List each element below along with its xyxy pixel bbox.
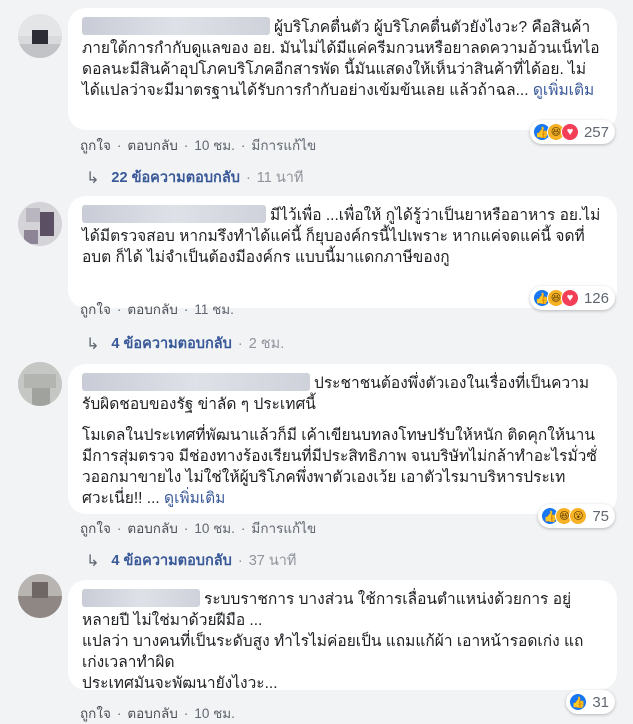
comment-actions: ถูกใจ · ตอบกลับ · 11 ชม. (80, 302, 234, 317)
replies-count-link[interactable]: 4 ข้อความตอบกลับ (111, 549, 231, 572)
edited-label[interactable]: มีการแก้ไข (251, 138, 316, 153)
see-more-link[interactable]: ดูเพิ่มเติม (164, 490, 225, 507)
comment-timestamp[interactable]: 11 ชม. (194, 302, 234, 317)
view-replies[interactable]: ↳ 4 ข้อความตอบกลับ · 37 นาที (86, 549, 297, 572)
love-reaction-icon: ♥ (560, 123, 579, 141)
comment-bubble: ระบบราชการ บางส่วน ใช้การเลื่อนตำแหน่งด้… (68, 580, 617, 692)
comment-actions: ถูกใจ · ตอบกลับ · 10 ชม. · มีการแก้ไข (80, 138, 317, 153)
commenter-avatar[interactable] (18, 362, 62, 406)
reply-link[interactable]: ตอบกลับ (127, 521, 177, 536)
comment-bubble: ประชาชนต้องพึ่งตัวเองในเรื่องที่เป็นความ… (68, 364, 617, 514)
comment-timestamp[interactable]: 10 ชม. (194, 706, 235, 721)
comment-text-paragraph: แปลว่า บางคนที่เป็นระดับสูง ทำไรไม่ค่อยเ… (82, 633, 584, 692)
view-replies[interactable]: ↳ 22 ข้อความตอบกลับ · 11 นาที (86, 166, 303, 189)
reaction-summary[interactable]: 👍 31 (566, 690, 615, 714)
like-reaction-icon: 👍 (569, 693, 588, 711)
like-link[interactable]: ถูกใจ (80, 302, 111, 317)
replies-timestamp: 11 นาที (256, 170, 304, 186)
like-link[interactable]: ถูกใจ (80, 706, 111, 721)
reply-arrow-icon: ↳ (86, 169, 100, 187)
reply-arrow-icon: ↳ (86, 552, 100, 570)
comment-text-paragraph: โมเดลในประเทศที่พัฒนาแล้วก็มี เค้าเขียนบ… (82, 427, 600, 507)
reaction-count: 75 (592, 507, 609, 525)
commenter-avatar[interactable] (18, 574, 62, 618)
comment-timestamp[interactable]: 10 ชม. (194, 521, 235, 536)
reaction-summary[interactable]: 👍 😆 ♥ 126 (529, 286, 615, 310)
commenter-name[interactable] (82, 17, 270, 35)
commenter-avatar[interactable] (18, 202, 62, 246)
replies-timestamp: 2 ชม. (248, 336, 285, 352)
view-replies[interactable]: ↳ 4 ข้อความตอบกลับ · 2 ชม. (86, 332, 284, 355)
wow-reaction-icon: 😮 (569, 507, 588, 525)
comment-actions: ถูกใจ · ตอบกลับ · 10 ชม. · มีการแก้ไข (80, 521, 317, 536)
love-reaction-icon: ♥ (560, 289, 579, 307)
commenter-avatar[interactable] (18, 14, 62, 58)
reaction-summary[interactable]: 👍 😆 😮 75 (538, 504, 615, 528)
replies-count-link[interactable]: 22 ข้อความตอบกลับ (111, 166, 240, 189)
reply-link[interactable]: ตอบกลับ (127, 138, 177, 153)
reaction-summary[interactable]: 👍 😆 ♥ 257 (529, 120, 615, 144)
reaction-count: 257 (583, 123, 609, 141)
replies-timestamp: 37 นาที (248, 553, 297, 569)
comment-actions: ถูกใจ · ตอบกลับ · 10 ชม. (80, 706, 235, 721)
commenter-name[interactable] (82, 373, 310, 391)
replies-count-link[interactable]: 4 ข้อความตอบกลับ (111, 332, 231, 355)
like-link[interactable]: ถูกใจ (80, 521, 111, 536)
reaction-count: 126 (583, 289, 609, 307)
edited-label[interactable]: มีการแก้ไข (251, 521, 316, 536)
comment-timestamp[interactable]: 10 ชม. (194, 138, 235, 153)
like-link[interactable]: ถูกใจ (80, 138, 111, 153)
reply-link[interactable]: ตอบกลับ (127, 302, 177, 317)
see-more-link[interactable]: ดูเพิ่มเติม (533, 82, 594, 99)
comment-bubble: ผู้บริโภคตื่นตัว ผู้บริโภคตื่นตัวยังไงวะ… (68, 8, 617, 130)
commenter-name[interactable] (82, 589, 200, 607)
reply-arrow-icon: ↳ (86, 335, 100, 353)
reaction-count: 31 (592, 693, 609, 711)
reply-link[interactable]: ตอบกลับ (127, 706, 177, 721)
commenter-name[interactable] (82, 205, 266, 223)
